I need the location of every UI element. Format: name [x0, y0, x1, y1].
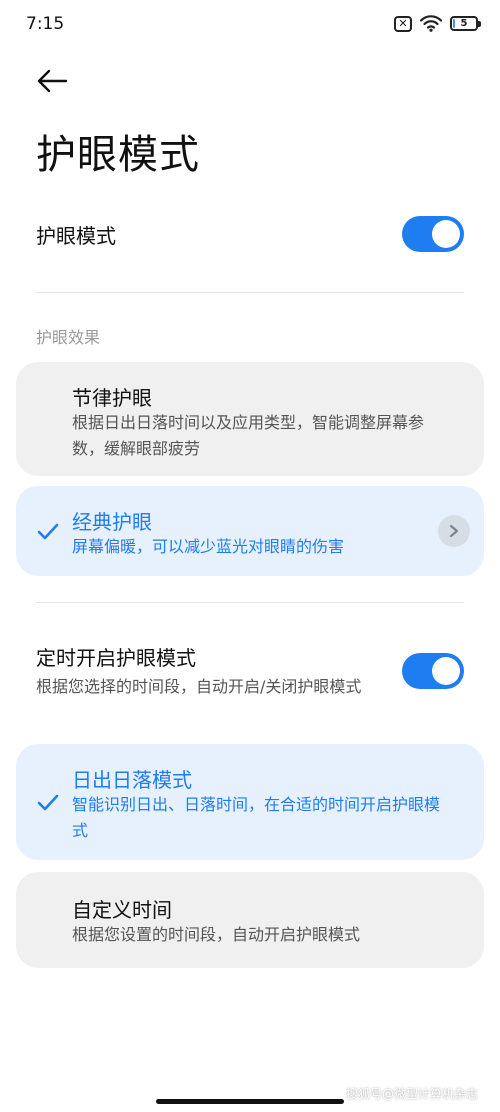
battery-level: 5 [460, 18, 468, 29]
option-desc: 根据日出日落时间以及应用类型，智能调整屏幕参数，缓解眼部疲劳 [72, 413, 425, 458]
battery-icon: 5 [450, 16, 481, 31]
option-title: 经典护眼 [72, 510, 152, 534]
back-arrow-icon [37, 69, 68, 93]
schedule-desc: 根据您选择的时间段，自动开启/关闭护眼模式 [36, 677, 362, 696]
page-title: 护眼模式 [36, 132, 200, 178]
wifi-icon [420, 15, 442, 32]
check-icon [37, 523, 59, 540]
option-desc: 根据您设置的时间段，自动开启护眼模式 [72, 925, 361, 944]
option-desc: 屏幕偏暖，可以减少蓝光对眼睛的伤害 [72, 537, 345, 556]
option-desc: 智能识别日出、日落时间，在合适的时间开启护眼模式 [72, 795, 441, 840]
status-bar: 7:15 ✕ 5 [0, 0, 500, 52]
eye-care-label: 护眼模式 [36, 223, 116, 248]
option-title: 自定义时间 [72, 898, 172, 922]
home-indicator[interactable] [156, 1099, 344, 1104]
toggle-knob [432, 220, 460, 248]
status-icons: ✕ 5 [394, 15, 481, 32]
effect-option-rhythm[interactable]: 节律护眼 根据日出日落时间以及应用类型，智能调整屏幕参数，缓解眼部疲劳 [16, 362, 484, 476]
schedule-option-custom[interactable]: 自定义时间 根据您设置的时间段，自动开启护眼模式 [16, 872, 484, 968]
option-title: 日出日落模式 [72, 768, 192, 792]
status-time: 7:15 [26, 14, 65, 34]
option-detail-button[interactable] [438, 515, 470, 547]
check-icon [37, 794, 59, 811]
chevron-right-icon [449, 524, 459, 538]
schedule-label: 定时开启护眼模式 [36, 646, 196, 670]
divider [36, 602, 464, 603]
eye-care-toggle[interactable] [402, 216, 464, 252]
divider [36, 292, 464, 293]
schedule-text: 定时开启护眼模式 根据您选择的时间段，自动开启/关闭护眼模式 [36, 642, 361, 699]
no-sim-icon: ✕ [394, 15, 412, 32]
toggle-knob [432, 656, 460, 685]
section-label-effects: 护眼效果 [36, 328, 101, 347]
effect-option-classic[interactable]: 经典护眼 屏幕偏暖，可以减少蓝光对眼睛的伤害 [16, 486, 484, 576]
watermark: 搜狐号@微型计算机杂志 [345, 1087, 478, 1101]
schedule-row[interactable]: 定时开启护眼模式 根据您选择的时间段，自动开启/关闭护眼模式 [36, 642, 464, 699]
option-title: 节律护眼 [72, 386, 152, 410]
schedule-option-sunrise-sunset[interactable]: 日出日落模式 智能识别日出、日落时间，在合适的时间开启护眼模式 [16, 744, 484, 860]
back-button[interactable] [32, 64, 72, 98]
battery-fill [453, 19, 455, 28]
schedule-toggle[interactable] [402, 652, 464, 689]
eye-care-row[interactable]: 护眼模式 [36, 216, 464, 252]
